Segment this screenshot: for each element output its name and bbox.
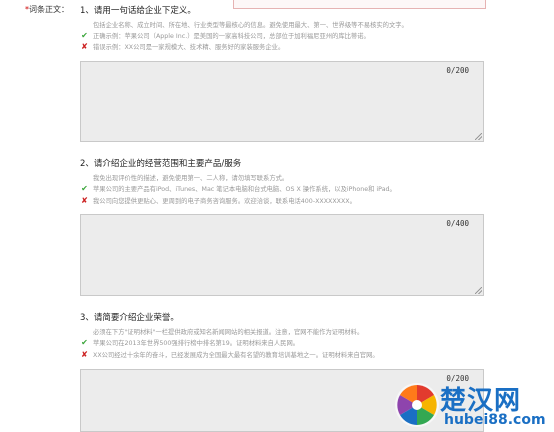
example-text: 苹果公司的主要产品有iPod、iTunes、Mac 笔记本电脑和台式电脑、OS … bbox=[93, 186, 396, 193]
question-3-example-ok: ✔ 苹果公司在2013年世界500强排行榜中排名第19。证明材料来自人民网。 bbox=[80, 338, 299, 347]
resize-grip-icon[interactable] bbox=[475, 287, 482, 294]
question-1-example-bad: ✘ 错误示例：XX公司是一家规模大、技术精、服务好的家装服务企业。 bbox=[80, 42, 284, 51]
check-icon: ✔ bbox=[81, 338, 88, 347]
cross-icon: ✘ bbox=[81, 196, 88, 205]
char-counter: 0/200 bbox=[446, 66, 469, 75]
question-2-textarea[interactable]: 0/400 bbox=[80, 214, 484, 296]
watermark-logo: 楚汉网 hubei88.com bbox=[392, 378, 554, 432]
example-text: 我公司向您提供更贴心、更周到的电子商务咨询服务。欢迎洽谈，联系电话400-XXX… bbox=[93, 198, 356, 205]
question-3-example-bad: ✘ XX公司经过十余年的奋斗，已经发展成为全国最大最有名望的教育培训基地之一。证… bbox=[80, 350, 379, 359]
question-3-hint: 必须在下方"证明材料"一栏提供政府或知名新闻网站的相关报道。注意，官网不能作为证… bbox=[93, 329, 364, 336]
cross-icon: ✘ bbox=[81, 350, 88, 359]
question-1-textarea[interactable]: 0/200 bbox=[80, 61, 484, 142]
pinwheel-logo-icon bbox=[395, 383, 439, 427]
example-text: 苹果公司在2013年世界500强排行榜中排名第19。证明材料来自人民网。 bbox=[93, 340, 300, 347]
example-text: 错误示例：XX公司是一家规模大、技术精、服务好的家装服务企业。 bbox=[93, 44, 285, 51]
char-counter: 0/400 bbox=[446, 219, 469, 228]
question-1-hint: 包括企业名称、成立时间、所在地、行业类型等最核心的信息。避免使用最大、第一、世界… bbox=[93, 22, 408, 29]
example-text: 正确示例：苹果公司（Apple Inc.）是美国的一家高科技公司，总部位于加利福… bbox=[93, 33, 370, 40]
check-icon: ✔ bbox=[81, 31, 88, 40]
resize-grip-icon[interactable] bbox=[475, 133, 482, 140]
question-1-example-ok: ✔ 正确示例：苹果公司（Apple Inc.）是美国的一家高科技公司，总部位于加… bbox=[80, 31, 370, 40]
question-2-hint: 我免出现评价性的描述，避免使用第一、二人称，请勿填写联系方式。 bbox=[93, 175, 289, 182]
field-label: *词条正文： bbox=[25, 4, 69, 15]
top-notice-box bbox=[233, 0, 486, 9]
check-icon: ✔ bbox=[81, 184, 88, 193]
question-2-example-ok: ✔ 苹果公司的主要产品有iPod、iTunes、Mac 笔记本电脑和台式电脑、O… bbox=[80, 184, 396, 193]
example-text: XX公司经过十余年的奋斗，已经发展成为全国最大最有名望的教育培训基地之一。证明材… bbox=[93, 352, 379, 359]
field-label-text: 词条正文： bbox=[29, 5, 69, 14]
question-3-title: 3、请简要介绍企业荣誉。 bbox=[80, 313, 179, 323]
cross-icon: ✘ bbox=[81, 42, 88, 51]
question-1-title: 1、请用一句话给企业下定义。 bbox=[80, 6, 196, 16]
watermark-url: hubei88.com bbox=[444, 412, 546, 428]
question-2-example-bad: ✘ 我公司向您提供更贴心、更周到的电子商务咨询服务。欢迎洽谈，联系电话400-X… bbox=[80, 196, 356, 205]
question-2-title: 2、请介绍企业的经营范围和主要产品/服务 bbox=[80, 159, 242, 169]
